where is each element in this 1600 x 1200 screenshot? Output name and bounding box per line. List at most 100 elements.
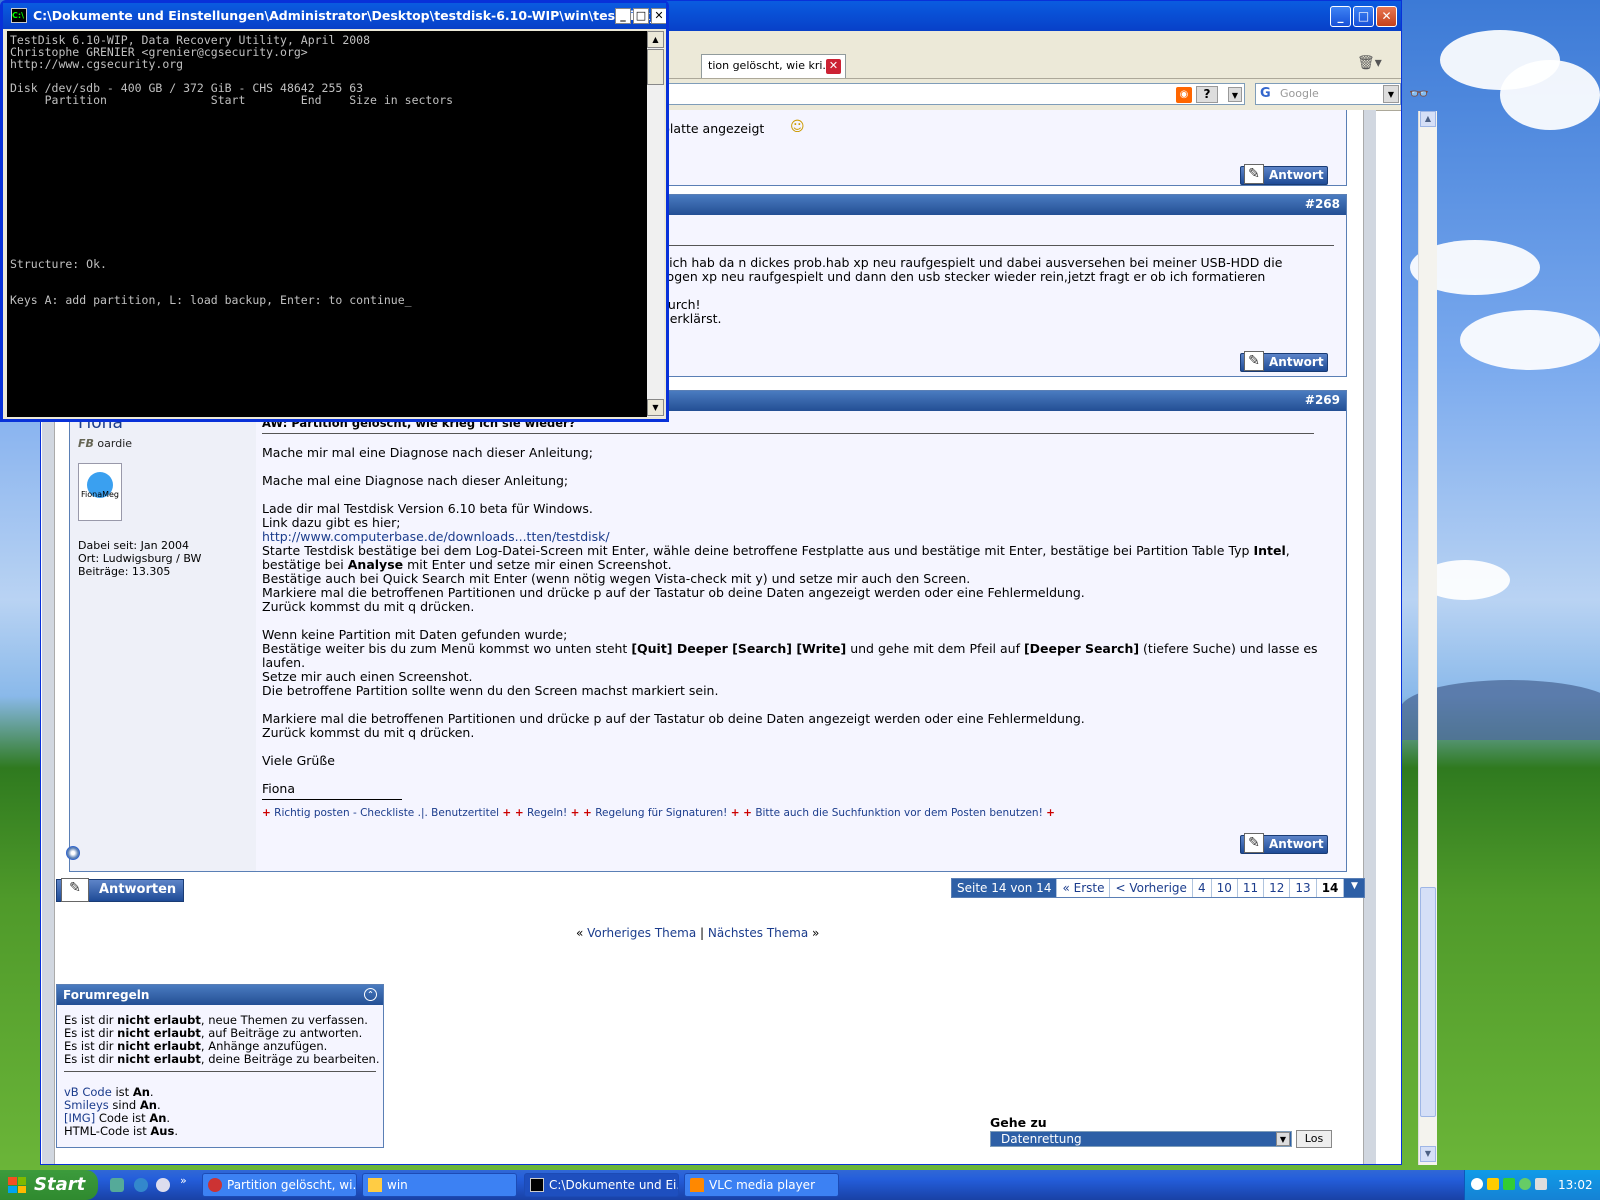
maximize-button[interactable]: □ xyxy=(1353,6,1374,27)
page-scrollbar[interactable]: ▲ ▼ xyxy=(1418,111,1437,1165)
img-link[interactable]: [IMG] xyxy=(64,1111,95,1125)
fb-badge-icon: FB xyxy=(78,437,94,450)
volume-icon[interactable] xyxy=(1535,1178,1547,1190)
post-text: Lade dir mal Testdisk Version 6.10 beta … xyxy=(262,501,593,516)
rule-line: Es ist dir nicht erlaubt, neue Themen zu… xyxy=(64,1013,368,1027)
trash-icon[interactable]: 🗑▾ xyxy=(1357,55,1382,71)
windows-flag-icon xyxy=(8,1177,26,1193)
tray-app-icon[interactable] xyxy=(1519,1178,1531,1190)
vbcode-link[interactable]: vB Code xyxy=(64,1085,112,1099)
search-input[interactable]: G Google ▼ xyxy=(1255,83,1401,105)
rule-line: Smileys sind An. xyxy=(64,1098,161,1112)
page-link[interactable]: 11 xyxy=(1238,879,1265,897)
scroll-thumb[interactable] xyxy=(647,49,664,85)
console-line: Keys A: add partition, L: load backup, E… xyxy=(10,293,412,307)
console-output[interactable]: TestDisk 6.10-WIP, Data Recovery Utility… xyxy=(7,31,647,417)
post-text: Mache mir mal eine Diagnose nach dieser … xyxy=(262,445,593,460)
ie-icon[interactable] xyxy=(134,1178,148,1192)
desktop-icon[interactable] xyxy=(110,1178,124,1192)
reply-button[interactable]: ✎ Antwort xyxy=(1240,351,1328,372)
shield-icon[interactable] xyxy=(1487,1178,1499,1190)
sig-link[interactable]: Richtig posten - Checkliste .|. Benutzer… xyxy=(274,807,499,819)
quicklaunch-more-icon[interactable]: » xyxy=(180,1174,187,1187)
next-thread-link[interactable]: Nächstes Thema xyxy=(708,926,808,940)
console-window: C:\ C:\Dokumente und Einstellungen\Admin… xyxy=(0,0,669,422)
post-269: #269 Fiona FB oardie FionaMeg Dabei seit… xyxy=(69,390,1347,872)
page-link[interactable]: 10 xyxy=(1212,879,1238,897)
sig-link[interactable]: Regeln! xyxy=(527,807,567,819)
rule-line: Es ist dir nicht erlaubt, deine Beiträge… xyxy=(64,1052,380,1066)
sig-link[interactable]: Bitte auch die Suchfunktion vor dem Post… xyxy=(755,807,1042,819)
glasses-icon[interactable]: 👓 xyxy=(1409,84,1429,103)
tab-close-icon[interactable]: ✕ xyxy=(826,59,841,74)
post-text: laufen. xyxy=(262,655,306,670)
tab-partition-thread[interactable]: tion gelöscht, wie kri... ✕ xyxy=(701,54,846,78)
thread-navigation: « Vorheriges Thema | Nächstes Thema » xyxy=(576,926,820,940)
pager-menu-icon[interactable]: ▼ xyxy=(1344,879,1365,897)
page-link[interactable]: 13 xyxy=(1290,879,1317,897)
scroll-up-icon[interactable]: ▲ xyxy=(647,31,664,48)
smileys-link[interactable]: Smileys xyxy=(64,1098,109,1112)
taskbar-item-console[interactable]: C:\Dokumente und Ei... xyxy=(524,1173,679,1197)
avatar[interactable]: FionaMeg xyxy=(78,463,122,521)
folder-icon xyxy=(368,1178,382,1192)
sig-link[interactable]: Regelung für Signaturen! xyxy=(595,807,727,819)
scroll-down-icon[interactable]: ▼ xyxy=(1420,1146,1436,1162)
scroll-thumb[interactable] xyxy=(1420,887,1436,1117)
new-reply-label: Antworten xyxy=(99,882,177,897)
minimize-button[interactable]: _ xyxy=(615,8,631,24)
post-text: Setze mir auch einen Screenshot. xyxy=(262,669,473,684)
prev-page-link[interactable]: < Vorherige xyxy=(1110,879,1193,897)
clock: 13:02 xyxy=(1558,1178,1593,1192)
start-label: Start xyxy=(34,1174,86,1195)
download-link[interactable]: http://www.computerbase.de/downloads...t… xyxy=(262,529,610,544)
search-dropdown-icon[interactable]: ▼ xyxy=(1383,85,1399,103)
tray-arrow-icon[interactable] xyxy=(1471,1178,1483,1190)
close-button[interactable]: ✕ xyxy=(1376,6,1397,27)
first-page-link[interactable]: « Erste xyxy=(1057,879,1111,897)
signature: + Richtig posten - Checkliste .|. Benutz… xyxy=(262,807,1055,819)
collapse-icon[interactable]: ⌃ xyxy=(364,988,377,1001)
maximize-button[interactable]: □ xyxy=(633,8,649,24)
signature-divider xyxy=(262,799,402,800)
cloud xyxy=(1500,60,1600,130)
reply-button[interactable]: ✎ Antwort xyxy=(1240,164,1328,185)
start-button[interactable]: Start xyxy=(0,1170,98,1200)
scroll-up-icon[interactable]: ▲ xyxy=(1420,111,1436,127)
join-date: Dabei seit: Jan 2004 xyxy=(78,539,190,552)
page-link[interactable]: 12 xyxy=(1264,879,1291,897)
forum-jump-value: Datenrettung xyxy=(1001,1132,1082,1146)
scroll-down-icon[interactable]: ▼ xyxy=(647,399,664,416)
taskbar-item-browser[interactable]: Partition gelöscht, wi... xyxy=(202,1173,357,1197)
help-icon[interactable]: ? xyxy=(1196,86,1218,103)
online-status-icon xyxy=(66,846,80,860)
tab-label: tion gelöscht, wie kri... xyxy=(708,59,833,72)
url-field[interactable]: ◉ ? ▼ xyxy=(661,83,1245,105)
forum-rules-box: Forumregeln ⌃ Es ist dir nicht erlaubt, n… xyxy=(56,984,384,1148)
reply-button[interactable]: ✎ Antwort xyxy=(1240,833,1328,854)
taskbar-item-vlc[interactable]: VLC media player xyxy=(684,1173,839,1197)
page-link[interactable]: 4 xyxy=(1193,879,1212,897)
cloud xyxy=(1460,310,1600,370)
system-tray: 13:02 xyxy=(1464,1170,1600,1200)
new-reply-button[interactable]: ✎ Antworten xyxy=(56,878,184,902)
taskbar-item-folder[interactable]: win xyxy=(362,1173,517,1197)
media-player-icon[interactable] xyxy=(156,1178,170,1192)
post-text: Bestätige auch bei Quick Search mit Ente… xyxy=(262,571,971,586)
minimize-button[interactable]: _ xyxy=(1330,6,1351,27)
rss-icon[interactable]: ◉ xyxy=(1176,87,1192,103)
forum-jump-select[interactable]: Datenrettung ▼ xyxy=(990,1131,1292,1147)
go-button[interactable]: Los xyxy=(1296,1130,1332,1148)
post-text: Markiere mal die betroffenen Partitionen… xyxy=(262,585,1085,600)
chevron-down-icon[interactable]: ▼ xyxy=(1276,1132,1290,1146)
console-scrollbar[interactable]: ▲ ▼ xyxy=(647,31,664,417)
url-dropdown-icon[interactable]: ▼ xyxy=(1228,87,1242,102)
post-text: platte angezeigt xyxy=(662,121,765,136)
post-text: zogen xp neu raufgespielt und dann den u… xyxy=(660,269,1266,284)
prev-thread-link[interactable]: Vorheriges Thema xyxy=(587,926,696,940)
reply-icon: ✎ xyxy=(1244,351,1264,371)
network-icon[interactable] xyxy=(1503,1178,1515,1190)
rule-line: [IMG] Code ist An. xyxy=(64,1111,171,1125)
post-text: Starte Testdisk bestätige bei dem Log-Da… xyxy=(262,543,1290,558)
close-button[interactable]: ✕ xyxy=(651,8,666,24)
